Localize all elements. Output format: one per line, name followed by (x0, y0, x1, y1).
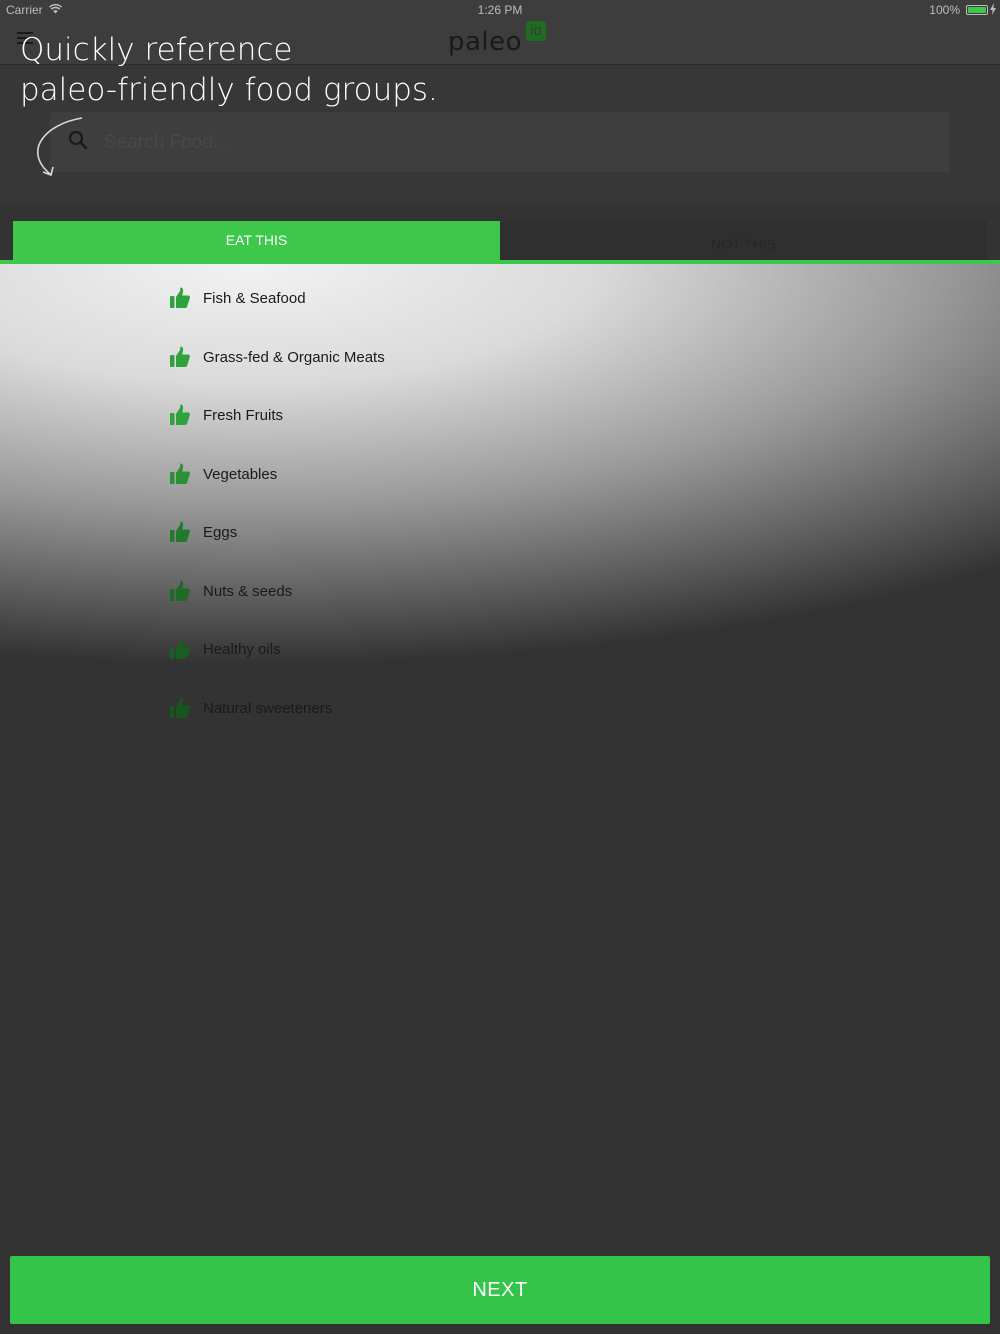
screen: Carrier 1:26 PM 100% paleo io Search Foo… (0, 0, 1000, 1334)
list-item-label: Healthy oils (203, 640, 281, 658)
list-item-natural-sweeteners[interactable]: Natural sweeteners (170, 693, 332, 723)
thumbs-up-icon (170, 580, 190, 601)
battery-percentage: 100% (929, 3, 960, 17)
food-group-list-area: Fish & Seafood Grass-fed & Organic Meats… (0, 264, 1000, 1334)
thumbs-up-icon (170, 463, 190, 484)
list-item-fish-seafood[interactable]: Fish & Seafood (170, 283, 306, 313)
list-item-label: Eggs (203, 523, 238, 541)
list-item-nuts-seeds[interactable]: Nuts & seeds (170, 576, 292, 606)
list-item-grass-fed-organic-meats[interactable]: Grass-fed & Organic Meats (170, 342, 385, 372)
charging-bolt-icon (990, 3, 996, 15)
tab-eat-this[interactable]: EAT THIS (13, 221, 500, 260)
list-item-label: Fresh Fruits (203, 406, 284, 424)
list-item-eggs[interactable]: Eggs (170, 517, 237, 547)
list-item-label: Fish & Seafood (203, 289, 306, 307)
tutorial-line-2: paleo-friendly food groups. (20, 72, 438, 108)
thumbs-up-icon (170, 287, 190, 308)
clock: 1:26 PM (477, 3, 523, 17)
tutorial-line-1: Quickly reference (20, 32, 293, 68)
list-item-healthy-oils[interactable]: Healthy oils (170, 634, 281, 664)
thumbs-up-icon (170, 521, 190, 542)
curved-arrow-icon (37, 117, 83, 177)
list-item-vegetables[interactable]: Vegetables (170, 459, 277, 489)
thumbs-up-icon (170, 404, 190, 425)
tab-bar: EAT THIS NOT THIS (0, 205, 1000, 260)
list-item-label: Vegetables (203, 465, 278, 483)
list-item-label: Natural sweeteners (203, 699, 333, 717)
battery-icon (966, 5, 988, 15)
list-item-fresh-fruits[interactable]: Fresh Fruits (170, 400, 283, 430)
list-item-label: Grass-fed & Organic Meats (203, 348, 385, 366)
tutorial-caption: Quickly reference paleo-friendly food gr… (20, 30, 580, 110)
tab-not-this[interactable]: NOT THIS (500, 221, 987, 260)
list-item-label: Nuts & seeds (203, 582, 293, 600)
next-button[interactable]: NEXT (10, 1256, 990, 1324)
search-box[interactable] (50, 112, 950, 172)
thumbs-up-icon (170, 697, 190, 718)
thumbs-up-icon (170, 638, 190, 659)
thumbs-up-icon (170, 346, 190, 367)
search-input[interactable] (102, 124, 926, 162)
status-bar: Carrier 1:26 PM 100% (0, 0, 1000, 20)
